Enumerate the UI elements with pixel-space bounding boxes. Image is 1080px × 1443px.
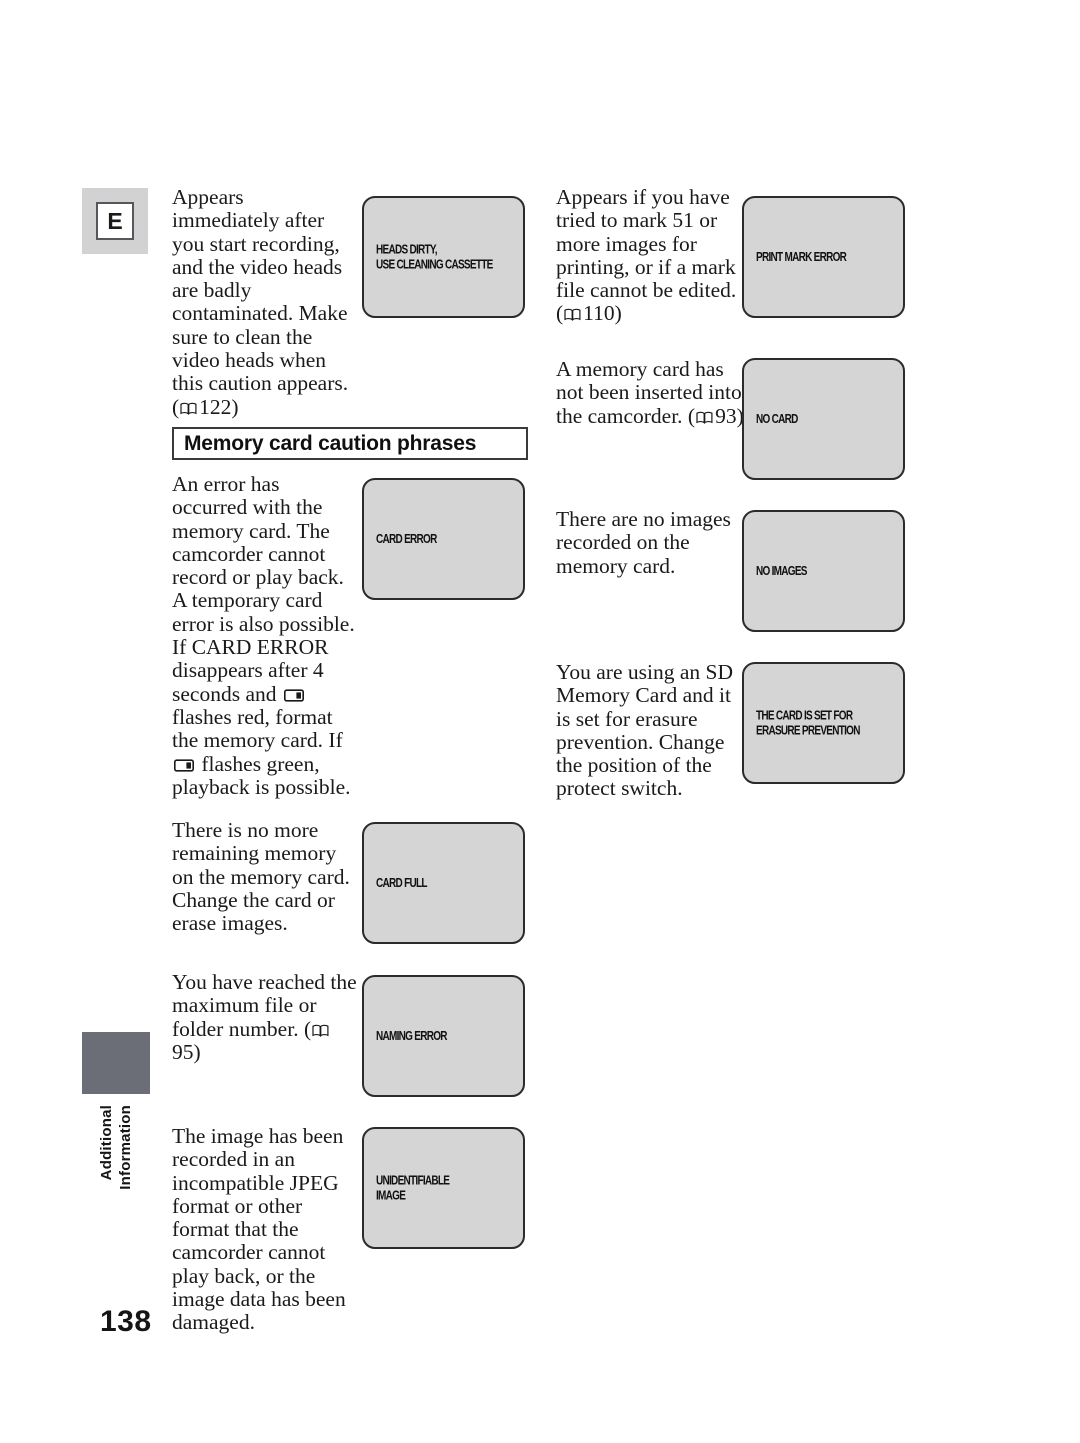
lcd-screen: CARD FULL — [362, 822, 525, 944]
lcd-screen-text: PRINT MARK ERROR — [756, 249, 847, 264]
lcd-screen: NO IMAGES — [742, 510, 905, 632]
language-badge: E — [82, 188, 148, 254]
section-heading: Memory card caution phrases — [172, 427, 528, 460]
lcd-screen: HEADS DIRTY, USE CLEANING CASSETTE — [362, 196, 525, 318]
memory-card-icon — [283, 689, 304, 702]
manual-book-icon — [180, 402, 197, 415]
manual-page: E Additional Information 138 Memory card… — [0, 0, 1080, 1443]
lcd-screen: NAMING ERROR — [362, 975, 525, 1097]
lcd-screen-text: NO IMAGES — [756, 563, 807, 578]
entry-description-text: There are no images recorded on the memo… — [556, 507, 731, 578]
manual-book-icon — [312, 1024, 329, 1037]
lcd-screen-text: CARD ERROR — [376, 531, 437, 546]
memory-card-icon — [174, 758, 194, 772]
entry-description: Appears immediately after you start reco… — [172, 185, 354, 419]
entry-description: The image has been recorded in an incomp… — [172, 1124, 357, 1335]
entry-description-tail: ) — [614, 301, 622, 326]
lcd-screen-text: HEADS DIRTY, USE CLEANING CASSETTE — [376, 242, 493, 272]
entry-description-tail: flashes green, playback is possible. — [172, 751, 351, 799]
side-tab-label-line1: Additional — [98, 1105, 115, 1181]
entry-description-tail: ) — [193, 1039, 201, 1064]
entry-description-mid: flashes red, format the memory card. If — [172, 704, 343, 753]
lcd-screen: PRINT MARK ERROR — [742, 196, 905, 318]
entry-description: There are no images recorded on the memo… — [556, 507, 742, 578]
lcd-screen: NO CARD — [742, 358, 905, 480]
entry-description-text: You are using an SD Memory Card and it i… — [556, 660, 733, 801]
entry-description-text: Appears immediately after you start reco… — [172, 185, 349, 419]
entry-description-text: An error has occurred with the memory ca… — [172, 472, 355, 706]
entry-description: You are using an SD Memory Card and it i… — [556, 660, 746, 801]
lcd-screen: CARD ERROR — [362, 478, 525, 600]
entry-description-text: A memory card has not been inserted into… — [556, 357, 742, 428]
entry-description: You have reached the maximum file or fol… — [172, 970, 357, 1064]
page-number: 138 — [100, 1305, 152, 1338]
language-badge-letter: E — [96, 202, 134, 240]
lcd-screen-text: NO CARD — [756, 411, 798, 426]
entry-description-text: There is no more remaining memory on the… — [172, 818, 350, 936]
entry-description: An error has occurred with the memory ca… — [172, 472, 357, 799]
manual-book-icon — [564, 308, 581, 322]
entry-description: A memory card has not been inserted into… — [556, 357, 746, 428]
lcd-screen: THE CARD IS SET FOR ERASURE PREVENTION — [742, 662, 905, 784]
side-tab-label: Additional Information — [78, 1105, 154, 1225]
lcd-screen-text: CARD FULL — [376, 875, 427, 890]
entry-page-ref: 95 — [172, 1039, 194, 1064]
entry-page-ref: 110 — [583, 301, 615, 326]
entry-description: There is no more remaining memory on the… — [172, 818, 357, 936]
lcd-screen-text: UNIDENTIFIABLE IMAGE — [376, 1173, 450, 1203]
entry-page-ref: 93 — [715, 403, 737, 428]
lcd-screen: UNIDENTIFIABLE IMAGE — [362, 1127, 525, 1249]
entry-page-ref: 122 — [199, 394, 232, 419]
entry-description-tail: ) — [231, 394, 239, 419]
lcd-screen-text: THE CARD IS SET FOR ERASURE PREVENTION — [756, 708, 860, 738]
entry-description-text: The image has been recorded in an incomp… — [172, 1124, 346, 1335]
entry-description: Appears if you have tried to mark 51 or … — [556, 185, 742, 326]
lcd-screen-text: NAMING ERROR — [376, 1028, 448, 1043]
manual-book-icon — [696, 411, 713, 424]
side-tab-label-line2: Information — [117, 1105, 134, 1190]
side-tab-block — [82, 1032, 150, 1094]
